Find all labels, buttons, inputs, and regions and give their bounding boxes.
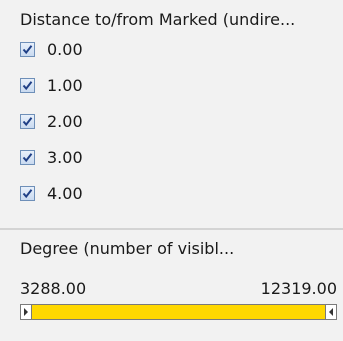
range-min-label: 3288.00	[20, 279, 87, 298]
slider-left-handle[interactable]	[20, 304, 32, 320]
checkbox[interactable]	[20, 149, 35, 165]
distance-option-4[interactable]: 4.00	[20, 182, 83, 204]
distance-option-1[interactable]: 1.00	[20, 74, 83, 96]
arrow-left-icon	[329, 308, 333, 316]
checkbox[interactable]	[20, 77, 35, 93]
distance-option-3[interactable]: 3.00	[20, 146, 83, 168]
checkbox[interactable]	[20, 113, 35, 129]
arrow-right-icon	[24, 308, 28, 316]
checkmark-icon	[22, 80, 33, 90]
distance-option-2[interactable]: 2.00	[20, 110, 83, 132]
option-label: 3.00	[47, 147, 83, 167]
checkmark-icon	[22, 188, 33, 198]
distance-option-0[interactable]: 0.00	[20, 38, 83, 60]
filter-panel: Distance to/from Marked (undire... 0.00 …	[0, 0, 343, 341]
option-label: 1.00	[47, 75, 83, 95]
option-label: 0.00	[47, 39, 83, 59]
option-label: 2.00	[47, 111, 83, 131]
checkmark-icon	[22, 152, 33, 162]
degree-range-slider[interactable]	[20, 304, 337, 320]
checkbox[interactable]	[20, 41, 35, 57]
checkbox[interactable]	[20, 185, 35, 201]
slider-right-handle[interactable]	[325, 304, 337, 320]
section-divider	[0, 228, 343, 230]
range-max-label: 12319.00	[260, 279, 337, 298]
distance-filter-title: Distance to/from Marked (undire...	[20, 10, 296, 29]
degree-filter-title: Degree (number of visibl...	[20, 239, 235, 258]
checkmark-icon	[22, 116, 33, 126]
option-label: 4.00	[47, 183, 83, 203]
checkmark-icon	[22, 44, 33, 54]
